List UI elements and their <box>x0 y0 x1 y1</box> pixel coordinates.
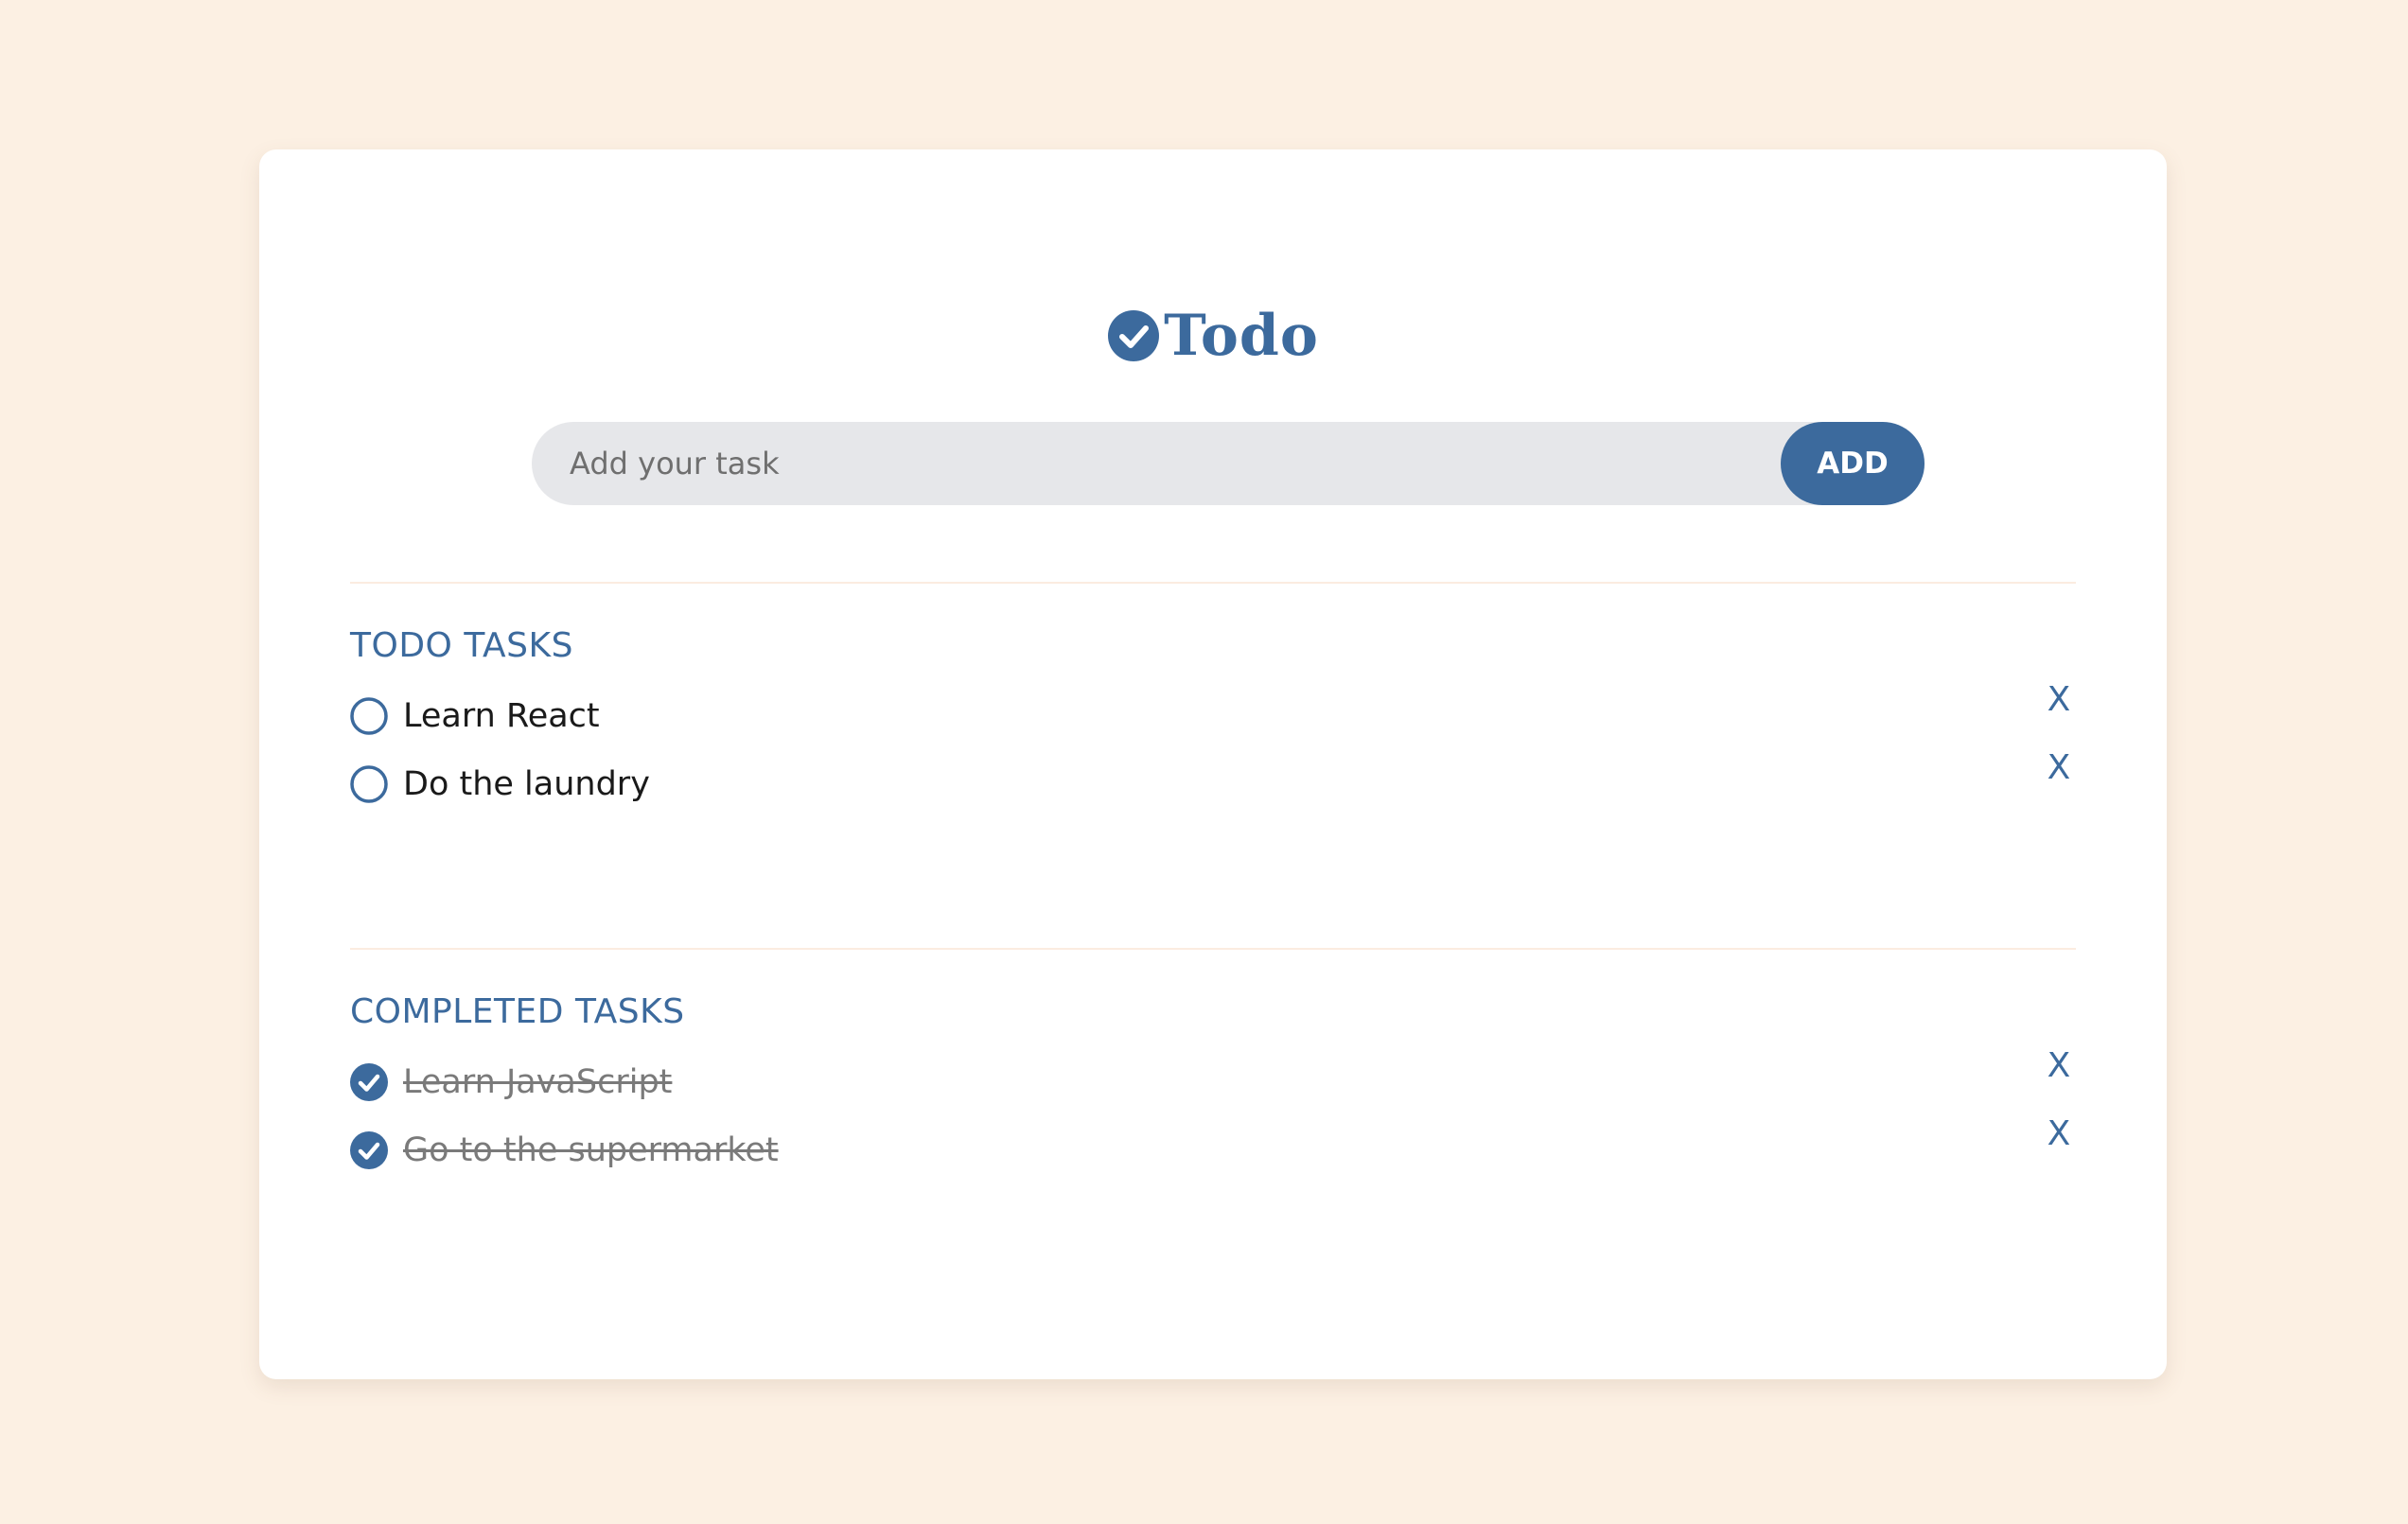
completed-section-heading: COMPLETED TASKS <box>350 992 685 1031</box>
todo-card: Todo ADD TODO TASKS Learn React X Do the… <box>259 149 2167 1379</box>
divider <box>350 582 2076 584</box>
divider <box>350 948 2076 950</box>
task-label: Learn React <box>403 697 600 735</box>
check-circle-logo-icon <box>1108 310 1160 361</box>
todo-section-heading: TODO TASKS <box>350 626 573 665</box>
add-button[interactable]: ADD <box>1781 422 1925 505</box>
task-input[interactable] <box>532 422 1762 505</box>
circle-outline-icon[interactable] <box>350 765 388 803</box>
completed-task-item: Learn JavaScript X <box>350 1047 2076 1106</box>
delete-task-button[interactable]: X <box>2042 1115 2076 1153</box>
delete-task-button[interactable]: X <box>2042 681 2076 719</box>
completed-task-item: Go to the supermarket X <box>350 1115 2076 1174</box>
delete-task-button[interactable]: X <box>2042 749 2076 787</box>
check-circle-icon[interactable] <box>350 1131 388 1169</box>
todo-task-item: Do the laundry X <box>350 749 2076 808</box>
todo-task-item: Learn React X <box>350 681 2076 740</box>
delete-task-button[interactable]: X <box>2042 1047 2076 1085</box>
task-label: Do the laundry <box>403 765 650 803</box>
task-label: Learn JavaScript <box>403 1063 673 1101</box>
add-task-bar: ADD <box>532 422 1925 505</box>
task-label: Go to the supermarket <box>403 1131 779 1169</box>
app-title: Todo <box>1164 303 1319 369</box>
check-circle-icon[interactable] <box>350 1063 388 1101</box>
app-header: Todo <box>259 303 2167 369</box>
circle-outline-icon[interactable] <box>350 697 388 735</box>
